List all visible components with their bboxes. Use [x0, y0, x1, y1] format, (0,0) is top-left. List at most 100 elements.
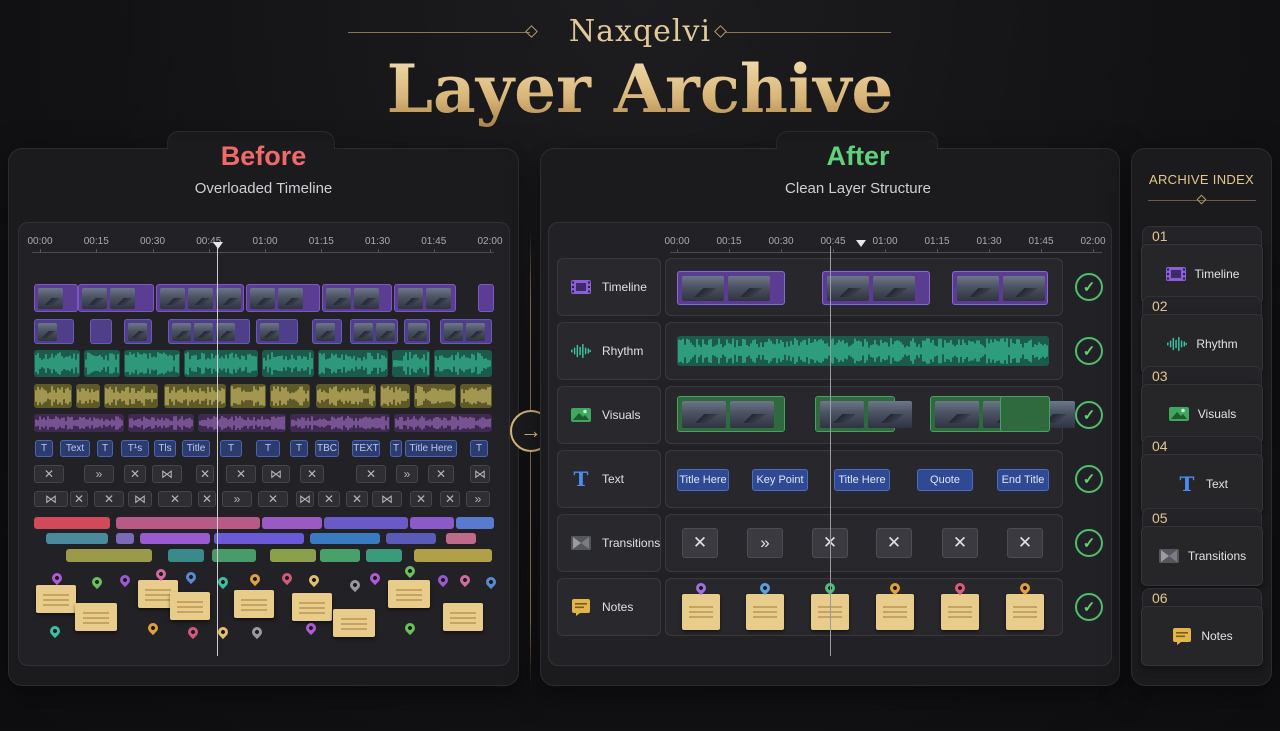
clutter-video-clip[interactable]: [90, 319, 112, 344]
clutter-audio-clip[interactable]: [128, 414, 194, 432]
clutter-transition-clip[interactable]: ✕: [440, 491, 460, 507]
transition-clip[interactable]: ✕: [1007, 528, 1043, 558]
clutter-transition-clip[interactable]: ✕: [196, 465, 214, 483]
clutter-color-clip[interactable]: [456, 517, 494, 529]
clutter-transition-clip[interactable]: ✕: [70, 491, 88, 507]
clutter-color-clip[interactable]: [140, 533, 210, 544]
layer-row-timeline[interactable]: Timeline: [557, 258, 661, 316]
clutter-color-clip[interactable]: [46, 533, 108, 544]
clutter-audio-clip[interactable]: [198, 414, 286, 432]
clutter-color-clip[interactable]: [324, 517, 408, 529]
clutter-transition-clip[interactable]: ✕: [226, 465, 256, 483]
transition-clip[interactable]: »: [747, 528, 783, 558]
note-card[interactable]: [1006, 594, 1044, 630]
transition-clip[interactable]: ✕: [682, 528, 718, 558]
clutter-note-card[interactable]: [443, 603, 483, 631]
clutter-transition-clip[interactable]: ✕: [198, 491, 216, 507]
clutter-note-card[interactable]: [234, 590, 274, 618]
clutter-video-clip[interactable]: [404, 319, 430, 344]
clutter-audio-clip[interactable]: [394, 414, 492, 432]
clutter-transition-clip[interactable]: ✕: [346, 491, 368, 507]
clutter-audio-clip[interactable]: [460, 384, 492, 408]
clutter-transition-clip[interactable]: ⋈: [152, 465, 182, 483]
clutter-color-clip[interactable]: [310, 533, 380, 544]
clutter-transition-clip[interactable]: ✕: [428, 465, 454, 483]
clutter-video-clip[interactable]: [312, 319, 342, 344]
layer-row-visuals[interactable]: Visuals: [557, 386, 661, 444]
clutter-note-card[interactable]: [388, 580, 430, 608]
after-playhead-handle[interactable]: [856, 240, 866, 247]
text-clip[interactable]: Key Point: [752, 469, 808, 491]
layer-row-rhythm[interactable]: Rhythm: [557, 322, 661, 380]
clutter-audio-clip[interactable]: [76, 384, 100, 408]
clutter-text-clip[interactable]: Tls: [154, 440, 176, 457]
clutter-audio-clip[interactable]: [34, 384, 72, 408]
text-clip[interactable]: Title Here: [677, 469, 729, 491]
clutter-video-clip[interactable]: [34, 284, 78, 312]
clutter-transition-clip[interactable]: ⋈: [262, 465, 290, 483]
after-playhead[interactable]: [830, 246, 831, 656]
clutter-note-card[interactable]: [292, 593, 332, 621]
clutter-transition-clip[interactable]: ⋈: [128, 491, 152, 507]
clutter-audio-clip[interactable]: [34, 414, 124, 432]
note-card[interactable]: [682, 594, 720, 630]
clutter-note-card[interactable]: [75, 603, 117, 631]
clutter-video-clip[interactable]: [124, 319, 152, 344]
clutter-audio-clip[interactable]: [316, 384, 376, 408]
clutter-color-clip[interactable]: [446, 533, 476, 544]
timeline-clip[interactable]: [822, 271, 930, 305]
clutter-audio-clip[interactable]: [34, 350, 80, 377]
clutter-audio-clip[interactable]: [318, 350, 388, 377]
layer-row-transitions[interactable]: Transitions: [557, 514, 661, 572]
clutter-color-clip[interactable]: [168, 549, 204, 562]
clutter-text-clip[interactable]: TEXT: [352, 440, 380, 457]
clutter-text-clip[interactable]: T¹s: [121, 440, 149, 457]
clutter-text-clip[interactable]: Title: [182, 440, 210, 457]
clutter-audio-clip[interactable]: [184, 350, 258, 377]
note-card[interactable]: [746, 594, 784, 630]
clutter-text-clip[interactable]: T: [220, 440, 242, 457]
clutter-video-clip[interactable]: [34, 319, 74, 344]
clutter-color-clip[interactable]: [270, 549, 316, 562]
clutter-transition-clip[interactable]: ⋈: [470, 465, 490, 483]
clutter-transition-clip[interactable]: »: [466, 491, 490, 507]
clutter-video-clip[interactable]: [322, 284, 392, 312]
clutter-note-card[interactable]: [333, 609, 375, 637]
note-card[interactable]: [876, 594, 914, 630]
text-clip[interactable]: End Title: [997, 469, 1049, 491]
note-card[interactable]: [941, 594, 979, 630]
layer-row-text[interactable]: T Text: [557, 450, 661, 508]
clutter-transition-clip[interactable]: ✕: [410, 491, 432, 507]
clutter-text-clip[interactable]: T: [290, 440, 308, 457]
clutter-audio-clip[interactable]: [380, 384, 410, 408]
clutter-note-card[interactable]: [36, 585, 76, 613]
clutter-text-clip[interactable]: T: [35, 440, 53, 457]
clutter-color-clip[interactable]: [116, 517, 260, 529]
clutter-audio-clip[interactable]: [290, 414, 390, 432]
transition-clip[interactable]: ✕: [942, 528, 978, 558]
index-item-timeline[interactable]: Timeline: [1141, 244, 1263, 304]
clutter-text-clip[interactable]: Title Here: [405, 440, 457, 457]
clutter-transition-clip[interactable]: ✕: [258, 491, 288, 507]
clutter-transition-clip[interactable]: ✕: [34, 465, 64, 483]
index-item-transitions[interactable]: Transitions: [1141, 526, 1263, 586]
rhythm-audio-clip[interactable]: [677, 336, 1049, 366]
clutter-color-clip[interactable]: [66, 549, 152, 562]
clutter-color-clip[interactable]: [366, 549, 402, 562]
clutter-color-clip[interactable]: [386, 533, 436, 544]
clutter-audio-clip[interactable]: [414, 384, 456, 408]
clutter-video-clip[interactable]: [78, 284, 154, 312]
clutter-transition-clip[interactable]: ⋈: [34, 491, 68, 507]
clutter-audio-clip[interactable]: [124, 350, 180, 377]
clutter-transition-clip[interactable]: ✕: [124, 465, 146, 483]
clutter-note-card[interactable]: [170, 592, 210, 620]
clutter-transition-clip[interactable]: »: [396, 465, 418, 483]
visual-clip[interactable]: [677, 396, 785, 432]
clutter-video-clip[interactable]: [168, 319, 250, 344]
clutter-transition-clip[interactable]: »: [84, 465, 114, 483]
clutter-color-clip[interactable]: [414, 549, 492, 562]
clutter-color-clip[interactable]: [34, 517, 110, 529]
clutter-video-clip[interactable]: [394, 284, 456, 312]
clutter-text-clip[interactable]: Text: [60, 440, 90, 457]
clutter-text-clip[interactable]: T: [390, 440, 402, 457]
